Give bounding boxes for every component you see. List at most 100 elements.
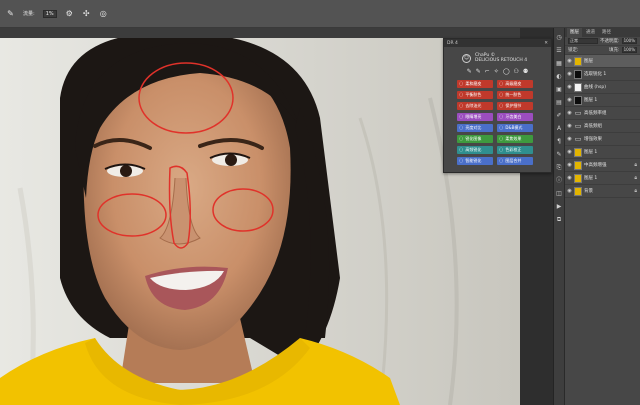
styles-icon[interactable]: ▣: [556, 86, 563, 93]
layer-row[interactable]: ◉ 中高频增强 🔒︎: [565, 159, 640, 172]
flow-input[interactable]: 1%: [42, 9, 57, 18]
plugin-tool-icons: ✎ ✎ ⌐ ✧ ◯ ⚇ ⚉: [444, 68, 551, 75]
tab-paths[interactable]: 路径: [599, 28, 614, 37]
plugin-action-label: 柔焦效果: [505, 136, 522, 141]
text-icon[interactable]: A: [556, 125, 563, 132]
layer-thumbnail: [574, 82, 582, 92]
plugin-action-button[interactable]: ◌ 柔焦效果: [497, 135, 533, 143]
plugin-action-button[interactable]: ◌ D&B模式: [497, 124, 533, 132]
plugin-action-button[interactable]: ◌ 牙齿美白: [497, 113, 533, 121]
airbrush-icon[interactable]: ✣: [82, 9, 91, 18]
opacity-input[interactable]: 100%: [621, 38, 637, 44]
navigator-icon[interactable]: ◫: [556, 190, 563, 197]
visibility-eye-icon[interactable]: ◉: [567, 149, 572, 155]
brush-tool-icon[interactable]: ✎: [476, 68, 481, 75]
visibility-eye-icon[interactable]: ◉: [567, 175, 572, 181]
brand-line-2: DELICIOUS RETOUCH 4: [475, 58, 528, 63]
layer-name: 高低频组: [584, 124, 602, 129]
settings-icon[interactable]: ⚙: [65, 9, 74, 18]
crop-tool-icon[interactable]: ⌐: [485, 68, 490, 75]
layer-row[interactable]: ◉ 图层: [565, 55, 640, 68]
properties-icon[interactable]: ☰: [556, 47, 563, 54]
tab-layers[interactable]: 图层: [567, 28, 582, 37]
visibility-eye-icon[interactable]: ◉: [567, 110, 572, 116]
plugin-action-button[interactable]: ◌ 统一肤色: [497, 91, 533, 99]
plugin-action-button[interactable]: ◌ 柔和磨皮: [457, 80, 493, 88]
adjustments-icon[interactable]: ◐: [556, 73, 563, 80]
visibility-eye-icon[interactable]: ◉: [567, 162, 572, 168]
visibility-eye-icon[interactable]: ◉: [567, 136, 572, 142]
action-icon: ◌: [499, 136, 504, 142]
canvas-image[interactable]: [0, 38, 520, 405]
pen-tool-icon[interactable]: ✎: [467, 68, 472, 75]
layer-row[interactable]: ◉ 图层 1: [565, 94, 640, 107]
layer-thumbnail: [574, 160, 582, 170]
brush-icon[interactable]: ✎: [6, 9, 15, 18]
swatches-icon[interactable]: ▦: [556, 60, 563, 67]
info-icon[interactable]: ⓘ: [556, 177, 563, 184]
layer-row[interactable]: ◉ 背景 🔒︎: [565, 185, 640, 198]
clone-source-icon[interactable]: ⎘: [556, 164, 563, 171]
action-icon: ◌: [459, 114, 464, 120]
panel-icon-strip: ◷ ☰ ▦ ◐ ▣ ▤ ✐ A ¶ ✎ ⎘ ⓘ ◫ ▶ ⧉: [553, 28, 564, 405]
circle-tool-icon[interactable]: ◯: [503, 68, 510, 75]
fill-input[interactable]: 100%: [621, 47, 637, 53]
plugin-action-button[interactable]: ◌ 智能锐化: [457, 157, 493, 165]
person-icon[interactable]: ⚉: [523, 68, 528, 75]
layer-row[interactable]: ◉ 图层 1 🔒︎: [565, 172, 640, 185]
plugin-action-button[interactable]: ◌ 保护细节: [497, 102, 533, 110]
plugin-action-label: 牙齿美白: [505, 114, 522, 119]
face-icon[interactable]: ⚇: [514, 68, 519, 75]
lock-icon: 🔒︎: [634, 162, 637, 168]
layer-row[interactable]: ◉ 曲线 (hsp): [565, 81, 640, 94]
plugin-action-label: D&B模式: [505, 125, 523, 130]
plugin-action-button[interactable]: ◌ 眼睛增亮: [457, 113, 493, 121]
plugin-action-button[interactable]: ◌ 去除油光: [457, 102, 493, 110]
history-icon[interactable]: ◷: [556, 34, 563, 41]
layer-name: 图层 1: [584, 98, 598, 103]
action-icon: ◌: [499, 114, 504, 120]
actions-icon[interactable]: ▶: [556, 203, 563, 210]
channels-icon[interactable]: ▤: [556, 99, 563, 106]
plugin-action-label: 保护细节: [505, 103, 522, 108]
plugin-action-button[interactable]: ◌ 色彩校正: [497, 146, 533, 154]
close-icon[interactable]: ✕: [544, 41, 548, 46]
action-icon: ◌: [499, 103, 504, 109]
plugin-action-button[interactable]: ◌ 锐化图像: [457, 135, 493, 143]
layer-name: 增强效果: [584, 137, 602, 142]
tablet-pressure-icon[interactable]: ◎: [99, 9, 108, 18]
plugin-action-button[interactable]: ◌ 图层合并: [497, 157, 533, 165]
paths-icon[interactable]: ✐: [556, 112, 563, 119]
layer-row[interactable]: ◉ ▭ 高低频率组: [565, 107, 640, 120]
layer-row[interactable]: ◉ 选取锐化 1: [565, 68, 640, 81]
plugin-action-button[interactable]: ◌ 高频锐化: [457, 146, 493, 154]
action-icon: ◌: [499, 158, 504, 164]
paragraph-icon[interactable]: ¶: [556, 138, 563, 145]
plugin-action-button[interactable]: ◌ 高级磨皮: [497, 80, 533, 88]
fill-label: 填充:: [609, 48, 620, 53]
layer-name: 背景: [584, 189, 593, 194]
action-icon: ◌: [499, 92, 504, 98]
layer-comps-icon[interactable]: ⧉: [556, 216, 563, 223]
plugin-action-label: 柔和磨皮: [465, 81, 482, 86]
visibility-eye-icon[interactable]: ◉: [567, 84, 572, 90]
tab-channels[interactable]: 通道: [583, 28, 598, 37]
layer-row[interactable]: ◉ ▭ 高低频组: [565, 120, 640, 133]
sparkle-icon[interactable]: ✧: [494, 68, 499, 75]
action-icon: ◌: [459, 136, 464, 142]
visibility-eye-icon[interactable]: ◉: [567, 123, 572, 129]
layer-name: 曲线 (hsp): [584, 85, 606, 90]
layer-row[interactable]: ◉ ▭ 增强效果: [565, 133, 640, 146]
brush-settings-icon[interactable]: ✎: [556, 151, 563, 158]
plugin-action-button[interactable]: ◌ 亮度对比: [457, 124, 493, 132]
blend-mode-select[interactable]: 正常: [568, 38, 599, 44]
layers-panel: 图层 通道 路径 正常 不透明度: 100% 锁定: 填充: 100% ◉ 图层 ◉…: [564, 28, 640, 405]
layer-row[interactable]: ◉ 图层 1: [565, 146, 640, 159]
visibility-eye-icon[interactable]: ◉: [567, 71, 572, 77]
visibility-eye-icon[interactable]: ◉: [567, 58, 572, 64]
flow-label: 流量:: [23, 11, 35, 17]
visibility-eye-icon[interactable]: ◉: [567, 188, 572, 194]
layer-name: 图层 1: [584, 150, 598, 155]
visibility-eye-icon[interactable]: ◉: [567, 97, 572, 103]
plugin-action-button[interactable]: ◌ 平衡肤色: [457, 91, 493, 99]
